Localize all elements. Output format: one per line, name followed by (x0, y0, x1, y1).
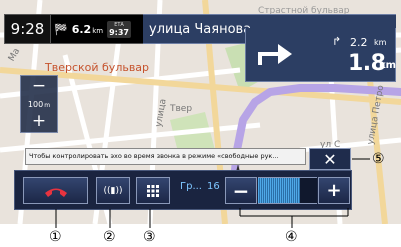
callout-3: ③ (143, 229, 156, 245)
callout-1: ① (49, 229, 62, 245)
callout-leaders (55, 158, 370, 228)
callout-5: ⑤ (372, 151, 385, 167)
callout-4: ④ (285, 229, 298, 245)
callout-2: ② (103, 229, 116, 245)
